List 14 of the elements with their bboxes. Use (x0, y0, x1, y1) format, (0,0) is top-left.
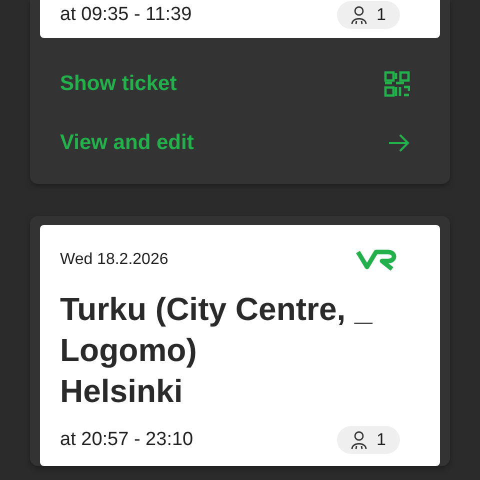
view-edit-link[interactable]: View and edit (40, 113, 440, 172)
trip-time: at 09:35 - 11:39 (60, 4, 192, 26)
trip-date: Wed 18.2.2026 (60, 251, 168, 269)
passenger-count: 1 (336, 426, 400, 454)
person-icon (348, 5, 369, 25)
arrow-right-icon (388, 132, 410, 152)
trip-time: at 20:57 - 23:10 (60, 429, 194, 451)
qr-code-icon (384, 70, 410, 96)
route-line: Logomo) (60, 331, 198, 370)
passenger-count: 1 (336, 1, 400, 29)
show-ticket-link[interactable]: Show ticket (40, 54, 440, 113)
route-line: Helsinki (60, 372, 184, 411)
person-icon (348, 430, 369, 450)
route-line: Turku (City Centre, _ (60, 290, 374, 329)
